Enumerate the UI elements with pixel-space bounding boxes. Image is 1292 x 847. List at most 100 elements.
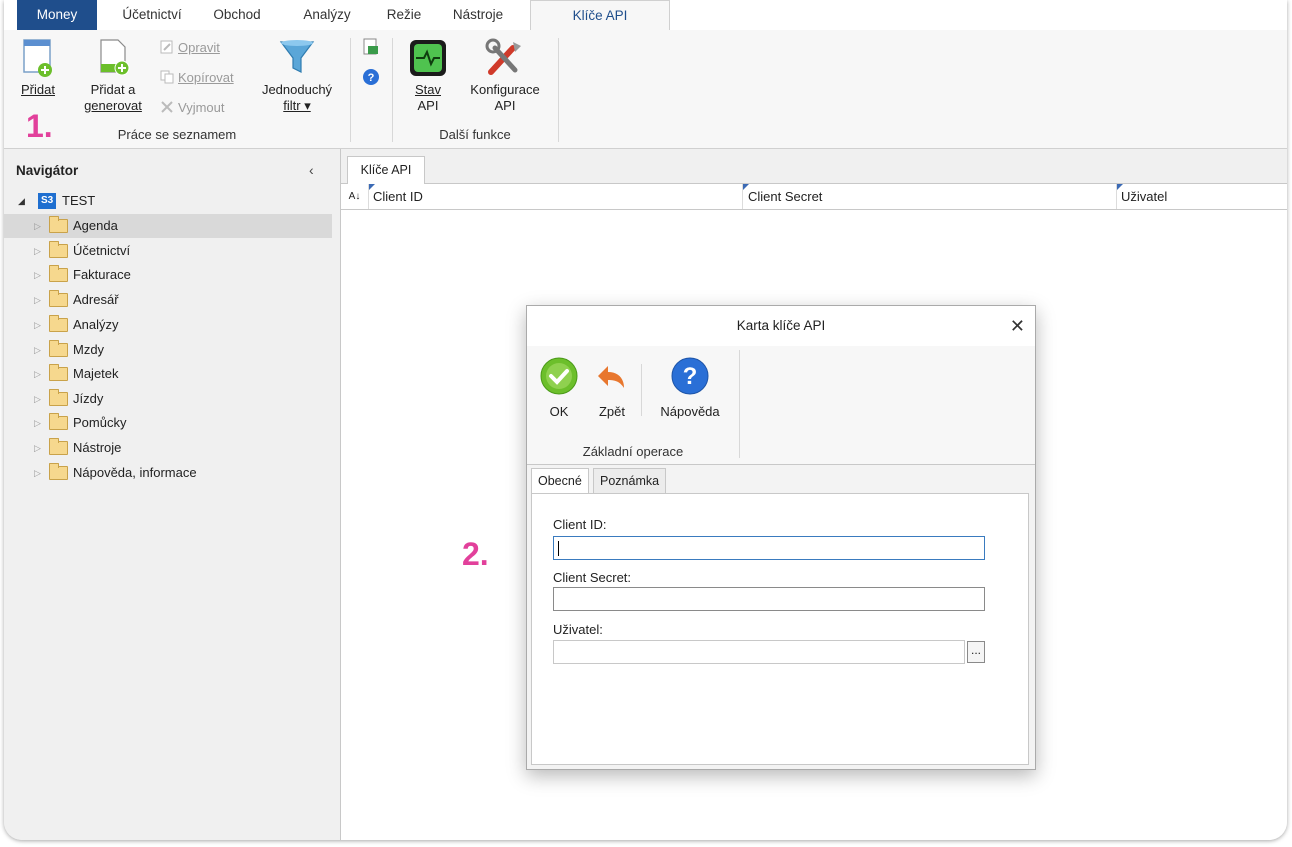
nav-root-test[interactable]: ◢ S3 TEST bbox=[4, 189, 332, 213]
sort-icon[interactable]: A↓ bbox=[341, 184, 369, 209]
expanded-triangle-icon: ◢ bbox=[18, 196, 25, 206]
add-generate-button[interactable]: Přidat a generovat bbox=[76, 38, 150, 114]
user-input[interactable] bbox=[553, 640, 965, 664]
folder-icon bbox=[49, 389, 68, 406]
user-picker-button[interactable]: ... bbox=[967, 641, 985, 663]
tab-ucetnictvi[interactable]: Účetnictví bbox=[112, 0, 192, 30]
dialog-ribbon: OK Zpět ? Nápověda Základní operace bbox=[527, 346, 1035, 465]
nav-item-label: Nápověda, informace bbox=[73, 465, 197, 480]
nav-item-label: Analýzy bbox=[73, 317, 119, 332]
back-label: Zpět bbox=[598, 404, 625, 419]
document-tabstrip: Klíče API bbox=[341, 149, 1287, 184]
step-one-marker: 1. bbox=[26, 108, 53, 144]
folder-icon bbox=[49, 241, 68, 258]
api-config-button[interactable]: Konfigurace API bbox=[460, 38, 550, 114]
nav-item-agenda[interactable]: ▷ Agenda bbox=[4, 214, 332, 238]
back-button[interactable]: Zpět bbox=[589, 356, 635, 420]
add-icon bbox=[23, 39, 52, 77]
expand-arrow-icon: ▷ bbox=[34, 320, 41, 330]
copy-label: Kopírovat bbox=[178, 70, 234, 85]
folder-icon bbox=[49, 290, 68, 307]
column-client-secret[interactable]: Client Secret bbox=[743, 184, 1117, 209]
dialog-ribbon-separator bbox=[641, 364, 642, 416]
folder-icon bbox=[49, 265, 68, 282]
app-window: Money Účetnictví Obchod Analýzy Režie Ná… bbox=[4, 0, 1287, 840]
folder-icon bbox=[49, 340, 68, 357]
column-marker-icon bbox=[743, 184, 749, 190]
nav-item-label: Mzdy bbox=[73, 342, 105, 357]
tab-analyzy[interactable]: Analýzy bbox=[292, 0, 362, 30]
dialog-general-panel: Client ID: Client Secret: Uživatel: ... bbox=[531, 493, 1029, 765]
export-button[interactable] bbox=[362, 38, 380, 59]
expand-arrow-icon: ▷ bbox=[34, 270, 41, 280]
expand-arrow-icon: ▷ bbox=[34, 468, 41, 478]
tools-icon bbox=[485, 38, 521, 75]
close-icon[interactable]: ✕ bbox=[1010, 306, 1025, 346]
svg-text:?: ? bbox=[368, 72, 375, 84]
nav-item-ucetnictvi[interactable]: ▷ Účetnictví bbox=[4, 239, 332, 263]
nav-item-mzdy[interactable]: ▷ Mzdy bbox=[4, 338, 332, 362]
navigator-collapse-button[interactable]: ‹ bbox=[309, 162, 314, 178]
tab-klice-api[interactable]: Klíče API bbox=[530, 0, 670, 31]
column-marker-icon bbox=[369, 184, 375, 190]
expand-arrow-icon: ▷ bbox=[34, 418, 41, 428]
ribbon-separator bbox=[350, 38, 351, 142]
text-caret bbox=[558, 541, 559, 556]
copy-button[interactable]: Kopírovat bbox=[160, 68, 234, 88]
tab-money[interactable]: Money bbox=[17, 0, 97, 30]
add-label: Přidat bbox=[21, 82, 55, 97]
help-button[interactable]: ? Nápověda bbox=[653, 356, 727, 420]
undo-arrow-icon bbox=[598, 366, 624, 388]
nav-item-pomucky[interactable]: ▷ Pomůcky bbox=[4, 411, 332, 435]
tab-rezie[interactable]: Režie bbox=[376, 0, 432, 30]
nav-item-nastroje[interactable]: ▷ Nástroje bbox=[4, 436, 332, 460]
edit-button[interactable]: Opravit bbox=[160, 38, 220, 58]
tab-note[interactable]: Poznámka bbox=[593, 468, 667, 493]
grid-header: A↓ Client ID Client Secret Uživatel bbox=[341, 184, 1287, 210]
help-small-icon: ? bbox=[363, 69, 379, 85]
expand-arrow-icon: ▷ bbox=[34, 295, 41, 305]
client-secret-label: Client Secret: bbox=[553, 570, 632, 585]
group-list-work-label: Práce se seznamem bbox=[117, 127, 237, 142]
expand-arrow-icon: ▷ bbox=[34, 394, 41, 404]
expand-arrow-icon: ▷ bbox=[34, 345, 41, 355]
tab-obchod[interactable]: Obchod bbox=[202, 0, 272, 30]
export-icon bbox=[363, 38, 378, 55]
nav-item-jizdy[interactable]: ▷ Jízdy bbox=[4, 387, 332, 411]
nav-item-napoveda[interactable]: ▷ Nápověda, informace bbox=[4, 461, 332, 485]
ok-button[interactable]: OK bbox=[537, 356, 581, 420]
expand-arrow-icon: ▷ bbox=[34, 369, 41, 379]
nav-item-fakturace[interactable]: ▷ Fakturace bbox=[4, 263, 332, 287]
nav-item-label: Jízdy bbox=[73, 391, 104, 406]
add-button[interactable]: Přidat bbox=[14, 38, 62, 98]
nav-item-label: Majetek bbox=[73, 366, 119, 381]
add-generate-label-2: generovat bbox=[84, 98, 142, 113]
column-client-id[interactable]: Client ID bbox=[369, 184, 743, 209]
tab-nastroje[interactable]: Nástroje bbox=[444, 0, 512, 30]
dialog-ribbon-separator bbox=[739, 350, 740, 458]
expand-arrow-icon: ▷ bbox=[34, 221, 41, 231]
simple-filter-button[interactable]: Jednoduchý filtr ▾ bbox=[252, 38, 342, 114]
nav-item-analyzy[interactable]: ▷ Analýzy bbox=[4, 313, 332, 337]
edit-icon bbox=[160, 40, 174, 54]
help-small-button[interactable]: ? bbox=[362, 68, 380, 89]
tab-general[interactable]: Obecné bbox=[531, 468, 589, 495]
client-id-input[interactable] bbox=[553, 536, 985, 560]
nav-item-adresar[interactable]: ▷ Adresář bbox=[4, 288, 332, 312]
nav-item-label: Účetnictví bbox=[73, 243, 131, 258]
client-secret-input[interactable] bbox=[553, 587, 985, 611]
help-icon: ? bbox=[671, 357, 709, 395]
api-status-label-2: API bbox=[417, 98, 439, 113]
api-config-label-2: API bbox=[494, 98, 516, 113]
filter-label-2: filtr ▾ bbox=[283, 98, 311, 113]
column-user[interactable]: Uživatel bbox=[1117, 184, 1287, 209]
column-client-id-label: Client ID bbox=[373, 189, 423, 204]
user-label: Uživatel: bbox=[553, 622, 603, 637]
tab-api-keys[interactable]: Klíče API bbox=[347, 156, 425, 184]
api-status-button[interactable]: Stav API bbox=[404, 38, 452, 114]
cut-button[interactable]: Vyjmout bbox=[160, 98, 224, 118]
api-config-label-1: Konfigurace bbox=[460, 82, 550, 98]
nav-item-majetek[interactable]: ▷ Majetek bbox=[4, 362, 332, 386]
step-two-marker: 2. bbox=[462, 536, 489, 572]
folder-icon bbox=[49, 463, 68, 480]
